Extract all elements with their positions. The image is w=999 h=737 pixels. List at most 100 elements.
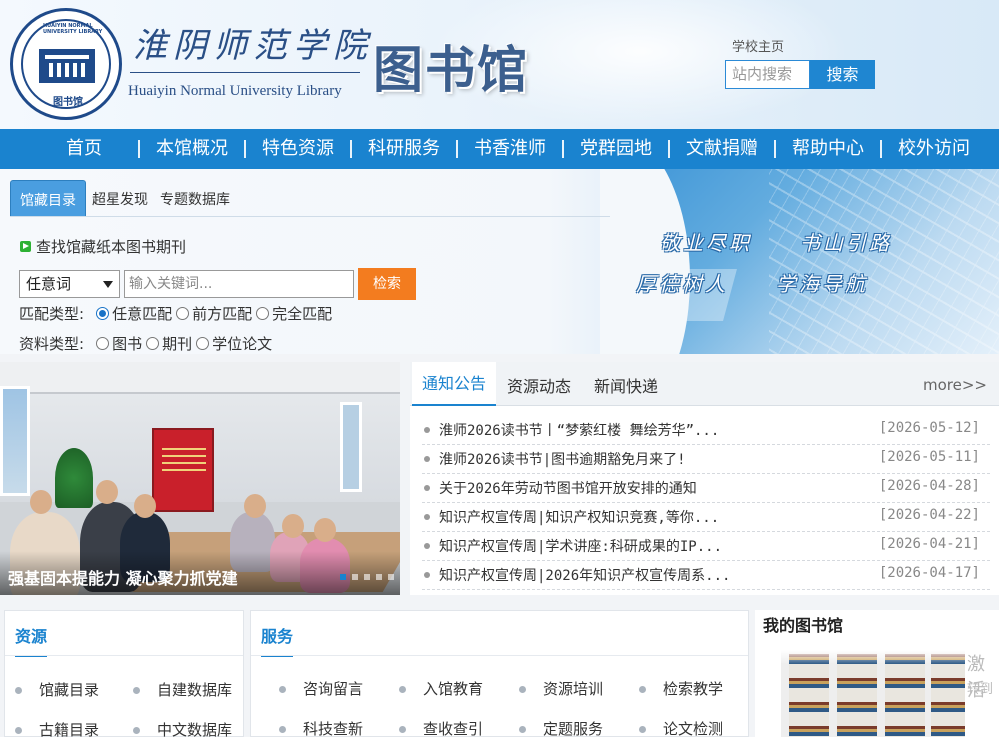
photo-screen	[152, 428, 214, 512]
photo-window	[340, 402, 362, 492]
library-title: 图书馆	[373, 41, 529, 99]
news-item[interactable]: 淮师2026读书节|图书逾期豁免月来了! [2026-05-11]	[422, 445, 990, 474]
carousel-dot[interactable]	[352, 574, 358, 580]
news-title[interactable]: 知识产权宣传周|知识产权知识竞赛,等你...	[439, 507, 719, 527]
library-logo[interactable]: HUAIYIN NORMAL UNIVERSITY LIBRARY 图书馆	[10, 8, 122, 120]
nav-item-party[interactable]: 党群园地	[550, 129, 656, 169]
university-name: 淮阴师范学院	[133, 26, 373, 66]
tab-chaoxing-discovery[interactable]: 超星发现	[86, 180, 154, 217]
radio-exact-match[interactable]	[256, 307, 270, 320]
nav-item-donation[interactable]: 文献捐赠	[656, 129, 762, 169]
link-label[interactable]: 馆藏目录	[39, 681, 99, 699]
link-label[interactable]: 论文检测	[663, 720, 723, 737]
link-novelty-search[interactable]: 科技查新	[279, 718, 363, 737]
news-title[interactable]: 知识产权宣传周|学术讲座:科研成果的IP...	[439, 536, 722, 556]
tab-resource-updates[interactable]: 资源动态	[507, 373, 571, 397]
link-resource-training[interactable]: 资源培训	[519, 678, 603, 699]
link-self-built-db[interactable]: 自建数据库	[133, 679, 232, 700]
tab-catalog[interactable]: 馆藏目录	[10, 180, 86, 217]
link-orientation[interactable]: 入馆教育	[399, 678, 483, 699]
photo-ceiling	[0, 362, 400, 394]
link-label[interactable]: 古籍目录	[39, 721, 99, 737]
title-divider	[130, 72, 360, 73]
news-item[interactable]: 知识产权宣传周|知识产权知识竞赛,等你... [2026-04-22]	[422, 503, 990, 532]
carousel-dot[interactable]	[376, 574, 382, 580]
news-item[interactable]: 知识产权宣传周|2026年知识产权宣传周系... [2026-04-17]	[422, 561, 990, 590]
link-label[interactable]: 检索教学	[663, 680, 723, 698]
news-item[interactable]: 关于2026年劳动节图书馆开放安排的通知 [2026-04-28]	[422, 474, 990, 503]
link-label[interactable]: 咨询留言	[303, 680, 363, 698]
carousel-dot[interactable]	[364, 574, 370, 580]
nav-item-special-resources[interactable]: 特色资源	[232, 129, 338, 169]
link-consultation[interactable]: 咨询留言	[279, 678, 363, 699]
services-panel: 服务 咨询留言 入馆教育 资源培训 检索教学 科技查新 查收查引 定题服务 论文…	[250, 610, 749, 737]
radio-journals-label[interactable]: 期刊	[162, 333, 192, 354]
radio-any-match[interactable]	[96, 307, 110, 320]
search-field-select[interactable]: 任意词	[19, 270, 120, 298]
link-label[interactable]: 科技查新	[303, 720, 363, 737]
banner-grid-pattern	[769, 169, 999, 354]
radio-any-match-label[interactable]: 任意匹配	[112, 303, 172, 324]
nav-item-reading[interactable]: 书香淮师	[444, 129, 550, 169]
radio-prefix-match[interactable]	[176, 307, 190, 320]
bookshelf-image[interactable]	[781, 650, 965, 737]
site-search-button[interactable]: 搜索	[810, 60, 875, 89]
radio-prefix-match-label[interactable]: 前方匹配	[192, 303, 252, 324]
link-label[interactable]: 资源培训	[543, 680, 603, 698]
nav-separator	[138, 140, 140, 158]
news-title[interactable]: 知识产权宣传周|2026年知识产权宣传周系...	[439, 565, 730, 585]
link-ancient-books[interactable]: 古籍目录	[15, 719, 99, 737]
news-carousel[interactable]	[0, 362, 400, 595]
nav-item-home[interactable]: 首页	[46, 129, 126, 169]
nav-separator	[668, 140, 670, 158]
carousel-dot-active[interactable]	[340, 574, 346, 580]
radio-books-label[interactable]: 图书	[112, 333, 142, 354]
search-button[interactable]: 检索	[358, 268, 416, 300]
link-plagiarism-check[interactable]: 论文检测	[639, 718, 723, 737]
news-date: [2026-04-17]	[878, 565, 980, 581]
keyword-input[interactable]: 输入关键词...	[124, 270, 354, 298]
radio-exact-match-label[interactable]: 完全匹配	[272, 303, 332, 324]
more-link[interactable]: more>>	[923, 376, 987, 394]
news-title[interactable]: 淮师2026读书节丨“梦萦红楼 舞绘芳华”...	[439, 420, 719, 440]
search-field-value: 任意词	[26, 275, 72, 293]
news-item[interactable]: 淮师2026读书节丨“梦萦红楼 舞绘芳华”... [2026-05-12]	[422, 416, 990, 445]
banner-curve	[600, 169, 690, 354]
nav-item-help[interactable]: 帮助中心	[762, 129, 868, 169]
link-citation-check[interactable]: 查收查引	[399, 718, 483, 737]
link-chinese-db[interactable]: 中文数据库	[133, 719, 232, 737]
bullet-icon	[639, 726, 646, 733]
link-search-teaching[interactable]: 检索教学	[639, 678, 723, 699]
link-label[interactable]: 自建数据库	[157, 681, 232, 699]
nav-item-research-services[interactable]: 科研服务	[338, 129, 444, 169]
tab-news-express[interactable]: 新闻快递	[594, 373, 658, 397]
radio-theses-label[interactable]: 学位论文	[212, 333, 272, 354]
nav-item-about[interactable]: 本馆概况	[126, 129, 232, 169]
bullet-icon	[424, 543, 430, 549]
photo-head	[282, 514, 304, 538]
link-label[interactable]: 中文数据库	[157, 721, 232, 737]
tab-special-databases[interactable]: 专题数据库	[154, 180, 236, 217]
radio-journals[interactable]	[146, 337, 160, 350]
nav-separator	[244, 140, 246, 158]
link-topic-service[interactable]: 定题服务	[519, 718, 603, 737]
link-label[interactable]: 查收查引	[423, 720, 483, 737]
radio-theses[interactable]	[196, 337, 210, 350]
link-catalog[interactable]: 馆藏目录	[15, 679, 99, 700]
carousel-caption[interactable]: 强基固本提能力 凝心聚力抓党建	[8, 565, 238, 589]
link-label[interactable]: 入馆教育	[423, 680, 483, 698]
school-home-link[interactable]: 学校主页	[732, 36, 784, 55]
news-title[interactable]: 淮师2026读书节|图书逾期豁免月来了!	[439, 449, 686, 469]
logo-english-text: HUAIYIN NORMAL UNIVERSITY LIBRARY	[43, 23, 103, 35]
search-panel: 馆藏目录 超星发现 专题数据库 查找馆藏纸本图书期刊 任意词 输入关键词... …	[0, 169, 999, 354]
site-search-input[interactable]: 站内搜索	[725, 60, 810, 89]
news-panel: 通知公告 资源动态 新闻快递 more>> 淮师2026读书节丨“梦萦红楼 舞绘…	[410, 362, 999, 595]
radio-books[interactable]	[96, 337, 110, 350]
tab-notices[interactable]: 通知公告	[412, 362, 497, 406]
carousel-dot[interactable]	[388, 574, 394, 580]
news-title[interactable]: 关于2026年劳动节图书馆开放安排的通知	[439, 478, 697, 498]
link-label[interactable]: 定题服务	[543, 720, 603, 737]
nav-item-offcampus[interactable]: 校外访问	[868, 129, 974, 169]
bullet-icon	[399, 686, 406, 693]
news-item[interactable]: 知识产权宣传周|学术讲座:科研成果的IP... [2026-04-21]	[422, 532, 990, 561]
